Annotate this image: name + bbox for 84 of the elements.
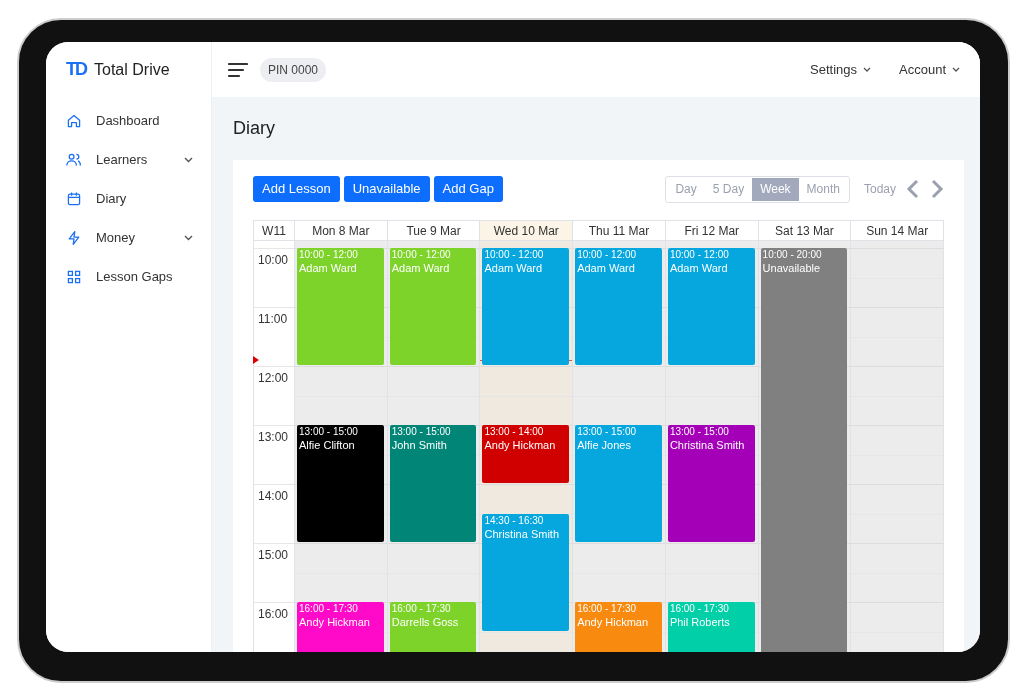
- lesson-event[interactable]: 13:00 - 15:00 Christina Smith: [667, 425, 755, 542]
- event-name: Adam Ward: [299, 261, 358, 275]
- event-name: John Smith: [391, 438, 448, 452]
- event-name: Andy Hickman: [299, 615, 371, 629]
- event-time: 13:00 - 15:00: [577, 426, 638, 438]
- action-button[interactable]: Add Gap: [433, 176, 503, 202]
- event-name: Unavailable: [762, 261, 822, 275]
- sidebar-item[interactable]: Lesson Gaps: [46, 257, 211, 296]
- users-icon: [66, 151, 82, 168]
- event-name: Adam Ward: [669, 261, 729, 275]
- lightning-icon: [66, 229, 82, 246]
- lesson-event[interactable]: 16:00 - 17:30 Darrells Goss: [389, 602, 477, 652]
- home-icon: [66, 112, 82, 129]
- lesson-event[interactable]: 10:00 - 12:00 Adam Ward: [389, 248, 477, 365]
- top-menu[interactable]: Account: [899, 59, 960, 80]
- event-time: 10:00 - 12:00: [299, 249, 359, 261]
- sidebar-item[interactable]: Money: [46, 218, 211, 257]
- brand-logo: TD: [66, 58, 86, 81]
- lesson-event[interactable]: 16:00 - 17:30 Andy Hickman: [575, 602, 662, 652]
- lesson-event[interactable]: 13:00 - 15:00 Alfie Jones: [575, 425, 662, 542]
- event-name: Phil Roberts: [669, 615, 731, 629]
- sidebar-item[interactable]: Learners: [46, 140, 211, 179]
- event-time: 13:00 - 15:00: [391, 426, 452, 438]
- lesson-event[interactable]: 16:00 - 17:30 Andy Hickman: [297, 602, 384, 652]
- event-name: Darrells Goss: [391, 615, 460, 629]
- page-title: Diary: [233, 117, 275, 140]
- lesson-event[interactable]: 14:30 - 16:30 Christina Smith: [482, 513, 570, 631]
- event-time: 10:00 - 12:00: [484, 249, 545, 261]
- menu-icon[interactable]: [228, 61, 248, 78]
- hour-label: 13:00: [254, 425, 294, 484]
- current-time-marker: [253, 356, 259, 365]
- hour-label: 11:00: [254, 307, 294, 366]
- next-icon[interactable]: [930, 179, 944, 199]
- day-header: Wed 10 Mar: [480, 221, 573, 241]
- event-name: Christina Smith: [669, 438, 746, 452]
- calendar-icon: [66, 190, 82, 207]
- lesson-event[interactable]: 10:00 - 12:00 Adam Ward: [667, 248, 755, 365]
- event-name: Adam Ward: [484, 261, 544, 275]
- event-time: 16:00 - 17:30: [669, 603, 730, 615]
- hour-label: 14:00: [254, 484, 294, 543]
- event-time: 13:00 - 15:00: [299, 426, 359, 438]
- event-time: 16:00 - 17:30: [391, 603, 452, 615]
- event-time: 10:00 - 12:00: [669, 249, 730, 261]
- hour-label: 16:00: [254, 602, 294, 652]
- event-name: Adam Ward: [577, 261, 636, 275]
- lesson-event[interactable]: 13:00 - 15:00 John Smith: [389, 425, 477, 542]
- event-name: Andy Hickman: [484, 438, 557, 452]
- action-button[interactable]: Add Lesson: [253, 176, 340, 202]
- lesson-event[interactable]: 16:00 - 17:30 Phil Roberts: [667, 602, 755, 652]
- event-time: 16:00 - 17:30: [577, 603, 638, 615]
- hour-label: 15:00: [254, 543, 294, 602]
- sidebar-item[interactable]: Dashboard: [46, 101, 211, 140]
- event-name: Christina Smith: [484, 526, 560, 541]
- chevron-down-icon: [952, 67, 960, 72]
- pin-badge: PIN 0000: [260, 57, 327, 82]
- event-time: 13:00 - 15:00: [669, 426, 730, 438]
- event-name: Alfie Clifton: [299, 438, 356, 452]
- hour-label: 12:00: [254, 366, 294, 425]
- week-number: W11: [254, 221, 294, 241]
- event-time: 13:00 - 14:00: [484, 426, 545, 438]
- event-name: Adam Ward: [391, 261, 451, 275]
- hour-label: 10:00: [254, 248, 294, 307]
- event-time: 16:00 - 17:30: [299, 603, 359, 615]
- top-menu[interactable]: Settings: [810, 59, 871, 80]
- action-button[interactable]: Unavailable: [343, 176, 430, 202]
- event-name: Alfie Jones: [577, 438, 632, 452]
- lesson-event[interactable]: 13:00 - 15:00 Alfie Clifton: [297, 425, 384, 542]
- lesson-event[interactable]: 10:00 - 12:00 Adam Ward: [297, 248, 384, 365]
- today-button[interactable]: Today: [863, 180, 896, 198]
- event-time: 10:00 - 12:00: [391, 249, 452, 261]
- event-time: 10:00 - 20:00: [762, 249, 823, 261]
- event-time: 10:00 - 12:00: [577, 249, 638, 261]
- grid-icon: [66, 268, 82, 285]
- lesson-event[interactable]: 10:00 - 12:00 Adam Ward: [482, 248, 570, 365]
- previous-icon[interactable]: [906, 179, 920, 199]
- lesson-event[interactable]: 13:00 - 14:00 Andy Hickman: [482, 425, 570, 483]
- sidebar-item[interactable]: Diary: [46, 179, 211, 218]
- brand-name: Total Drive: [94, 59, 170, 80]
- event-name: Andy Hickman: [577, 615, 650, 629]
- chevron-down-icon: [863, 67, 871, 72]
- view-tab[interactable]: Week: [752, 177, 799, 201]
- event-time: 14:30 - 16:30: [484, 514, 545, 527]
- lesson-event[interactable]: 10:00 - 20:00 Unavailable: [760, 248, 848, 652]
- lesson-event[interactable]: 10:00 - 12:00 Adam Ward: [575, 248, 662, 365]
